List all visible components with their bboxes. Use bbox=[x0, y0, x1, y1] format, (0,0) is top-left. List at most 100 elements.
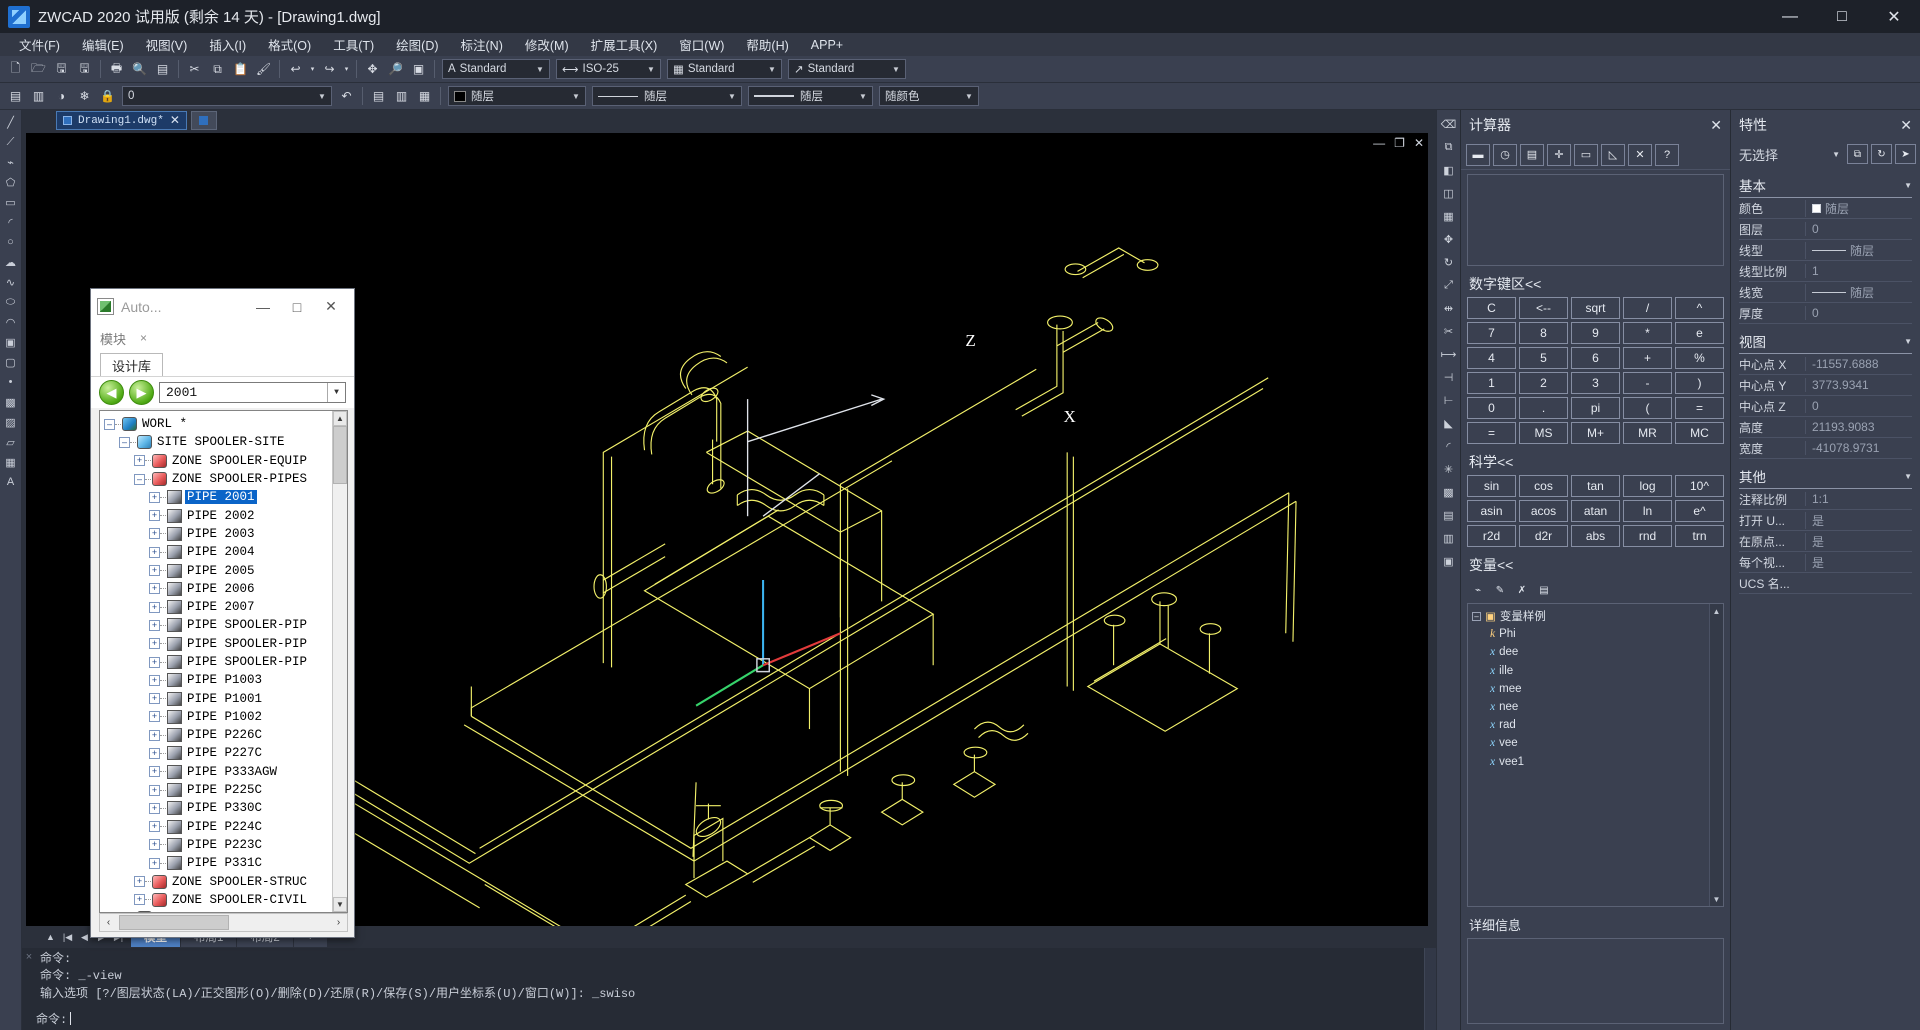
layer-lock-icon[interactable]: 🔒 bbox=[97, 86, 118, 107]
pick-point-icon[interactable]: ✛ bbox=[1547, 144, 1571, 166]
break-icon[interactable]: ⊣ bbox=[1439, 367, 1459, 387]
expander-icon[interactable]: – bbox=[119, 437, 130, 448]
tree-node-2[interactable]: +ZONE SPOOLER-EQUIP bbox=[104, 452, 332, 470]
arc-icon[interactable]: ◜ bbox=[2, 213, 20, 231]
calc-key-MR-28[interactable]: MR bbox=[1623, 422, 1672, 444]
calc-key-0-20[interactable]: 0 bbox=[1467, 397, 1516, 419]
mleader-style-combo[interactable]: ↗ Standard ▼ bbox=[788, 59, 906, 79]
property-row-0-0[interactable]: 颜色随层 bbox=[1739, 198, 1912, 219]
property-value[interactable]: 是 bbox=[1805, 512, 1912, 529]
layer-properties-icon[interactable]: ▤ bbox=[5, 86, 26, 107]
menu-item-12[interactable]: APP+ bbox=[800, 36, 854, 54]
expander-icon[interactable]: + bbox=[149, 675, 160, 686]
angle-icon[interactable]: ◺ bbox=[1601, 144, 1625, 166]
ellipse-icon[interactable]: ⬭ bbox=[2, 293, 20, 311]
copy-icon[interactable]: ⧉ bbox=[207, 59, 228, 80]
property-group-header-视图[interactable]: 视图▼ bbox=[1739, 331, 1912, 354]
library-path-combo[interactable]: 2001 ▼ bbox=[159, 382, 346, 403]
extend-icon[interactable]: ⟼ bbox=[1439, 344, 1459, 364]
property-value[interactable]: 是 bbox=[1805, 533, 1912, 550]
table-style-combo[interactable]: ▦ Standard ▼ bbox=[667, 59, 782, 79]
menu-item-10[interactable]: 窗口(W) bbox=[668, 33, 735, 56]
chevron-down-icon[interactable]: ▼ bbox=[315, 92, 329, 101]
expander-icon[interactable]: + bbox=[134, 876, 145, 887]
expander-icon[interactable]: + bbox=[149, 602, 160, 613]
chevron-down-icon[interactable]: ▼ bbox=[765, 65, 779, 74]
calc-key--19[interactable]: ) bbox=[1675, 372, 1724, 394]
tree-node-0[interactable]: –WORL * bbox=[104, 415, 332, 433]
property-row-2-0[interactable]: 注释比例1:1 bbox=[1739, 489, 1912, 510]
fillet-icon[interactable]: ◜ bbox=[1439, 436, 1459, 456]
scroll-down-arrow[interactable]: ▼ bbox=[333, 897, 347, 912]
distance-icon[interactable]: ▭ bbox=[1574, 144, 1598, 166]
menu-item-5[interactable]: 工具(T) bbox=[322, 33, 385, 56]
chevron-down-icon[interactable]: ▼ bbox=[1832, 150, 1844, 159]
properties-panel-icon[interactable]: ▤ bbox=[1439, 505, 1459, 525]
tree-node-9[interactable]: +PIPE 2006 bbox=[104, 580, 332, 598]
variables-section-title[interactable]: 变量<< bbox=[1461, 547, 1730, 578]
calc-key-M-27[interactable]: M+ bbox=[1571, 422, 1620, 444]
calc-key-1-15[interactable]: 1 bbox=[1467, 372, 1516, 394]
help-icon[interactable]: ? bbox=[1655, 144, 1679, 166]
trim-icon[interactable]: ✂ bbox=[1439, 321, 1459, 341]
command-window[interactable]: × 命令:命令: _-view输入选项 [?/图层状态(LA)/正交图形(O)/… bbox=[22, 948, 1436, 1030]
calc-key--14[interactable]: % bbox=[1675, 347, 1724, 369]
property-value[interactable]: 随层 bbox=[1805, 200, 1912, 217]
close-button[interactable]: ✕ bbox=[1868, 0, 1920, 33]
expander-icon[interactable]: – bbox=[1472, 612, 1481, 621]
tree-vertical-scrollbar[interactable]: ▲ ▼ bbox=[332, 411, 347, 912]
property-group-header-基本[interactable]: 基本▼ bbox=[1739, 175, 1912, 198]
plot-icon[interactable]: 🖶 bbox=[106, 59, 127, 80]
chevron-down-icon[interactable]: ▼ bbox=[569, 92, 583, 101]
sci-key-10-4[interactable]: 10^ bbox=[1675, 475, 1724, 497]
property-value[interactable]: 随层 bbox=[1805, 284, 1912, 301]
layout-first-button[interactable]: |◀ bbox=[59, 929, 76, 946]
expander-icon[interactable]: + bbox=[149, 711, 160, 722]
sci-key-e-9[interactable]: e^ bbox=[1675, 500, 1724, 522]
expander-icon[interactable]: + bbox=[134, 894, 145, 905]
property-value[interactable]: 是 bbox=[1805, 554, 1912, 571]
calc-key--18[interactable]: - bbox=[1623, 372, 1672, 394]
tree-node-13[interactable]: +PIPE SPOOLER-PIP bbox=[104, 653, 332, 671]
canvas-minimize-button[interactable]: — bbox=[1373, 136, 1385, 150]
variable-row-0[interactable]: –▣变量样例 bbox=[1472, 607, 1709, 625]
minimize-button[interactable]: — bbox=[1764, 0, 1816, 33]
menu-item-4[interactable]: 格式(O) bbox=[257, 33, 322, 56]
chevron-down-icon[interactable]: ▼ bbox=[856, 92, 870, 101]
point-icon[interactable]: • bbox=[2, 373, 20, 391]
expander-icon[interactable]: + bbox=[149, 803, 160, 814]
calc-key-6-12[interactable]: 6 bbox=[1571, 347, 1620, 369]
menu-item-2[interactable]: 视图(V) bbox=[135, 33, 199, 56]
new-variable-icon[interactable]: ⌁ bbox=[1469, 582, 1487, 599]
tree-node-12[interactable]: +PIPE SPOOLER-PIP bbox=[104, 635, 332, 653]
calc-key-C-0[interactable]: C bbox=[1467, 297, 1516, 319]
layout-up-button[interactable]: ▲ bbox=[42, 929, 59, 946]
tree-node-20[interactable]: +PIPE P225C bbox=[104, 781, 332, 799]
canvas-maximize-button[interactable]: ❐ bbox=[1394, 136, 1405, 150]
expander-icon[interactable]: + bbox=[149, 858, 160, 869]
preview-icon[interactable]: 🔍 bbox=[129, 59, 150, 80]
expander-icon[interactable]: + bbox=[149, 693, 160, 704]
tree-node-1[interactable]: –SITE SPOOLER-SITE bbox=[104, 433, 332, 451]
properties-close-button[interactable]: ✕ bbox=[1900, 117, 1912, 134]
properties-selection-row[interactable]: 无选择 ▼ ⧉ ↻ ➤ bbox=[1731, 140, 1920, 168]
linetype-combo[interactable]: 随层 ▼ bbox=[592, 86, 742, 106]
property-row-1-3[interactable]: 高度21193.9083 bbox=[1739, 417, 1912, 438]
sci-key-abs-12[interactable]: abs bbox=[1571, 525, 1620, 547]
property-value[interactable]: 1:1 bbox=[1805, 492, 1912, 506]
variable-row-5[interactable]: xnee bbox=[1472, 698, 1709, 716]
variable-row-1[interactable]: kPhi bbox=[1472, 625, 1709, 643]
maximize-button[interactable]: □ bbox=[1816, 0, 1868, 33]
variables-list[interactable]: –▣变量样例kPhixdeexillexmeexneexradxveexvee1 bbox=[1468, 604, 1709, 906]
clear-icon[interactable]: ▬ bbox=[1466, 144, 1490, 166]
scale-icon[interactable]: ⤢ bbox=[1439, 275, 1459, 295]
tree-node-19[interactable]: +PIPE P333AGW bbox=[104, 763, 332, 781]
color-combo[interactable]: 随层 ▼ bbox=[448, 86, 586, 106]
expander-icon[interactable]: + bbox=[149, 766, 160, 777]
close-x-icon[interactable]: ✕ bbox=[1628, 144, 1652, 166]
menu-item-9[interactable]: 扩展工具(X) bbox=[580, 33, 669, 56]
circle-icon[interactable]: ○ bbox=[2, 233, 20, 251]
calculator-close-button[interactable]: ✕ bbox=[1710, 117, 1722, 134]
expander-icon[interactable]: + bbox=[149, 583, 160, 594]
scroll-up-arrow[interactable]: ▲ bbox=[1710, 604, 1723, 618]
